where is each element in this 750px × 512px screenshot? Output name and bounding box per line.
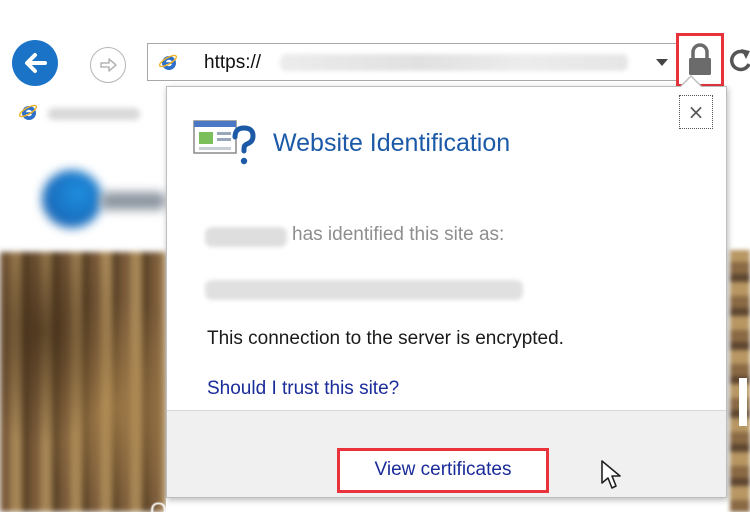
page-scroll-mark: [739, 378, 747, 426]
popup-pointer: [680, 77, 702, 88]
identified-host-blurred: [205, 280, 523, 300]
tab-title-blurred: [48, 108, 140, 120]
back-arrow-icon: [25, 53, 47, 73]
forward-button[interactable]: [90, 47, 126, 83]
address-bar[interactable]: https://: [147, 43, 683, 81]
url-text: https://: [204, 52, 262, 73]
website-identification-popup: × Website Identification has identified …: [166, 75, 727, 498]
encryption-message: This connection to the server is encrypt…: [207, 328, 564, 349]
back-button[interactable]: [12, 40, 58, 86]
refresh-icon[interactable]: [725, 42, 750, 78]
view-certificates-highlight: View certificates: [337, 448, 549, 493]
url-blurred: [280, 54, 628, 71]
website-identification-icon: [193, 120, 256, 165]
popup-footer: View certificates: [167, 410, 726, 497]
forward-arrow-icon: [100, 58, 117, 72]
mouse-cursor-icon: [601, 460, 621, 489]
page-content: [0, 132, 166, 512]
hero-caption: Quando da tutto il mondo arrivano: [150, 498, 516, 512]
ie-site-icon: [158, 54, 178, 70]
certificate-issuer-blurred: [205, 227, 287, 247]
close-button[interactable]: ×: [679, 95, 713, 129]
address-dropdown-icon[interactable]: [656, 59, 668, 66]
popup-title: Website Identification: [273, 129, 511, 157]
tab-favicon-row[interactable]: [0, 96, 166, 132]
browser-toolbar: https://: [0, 0, 750, 96]
hero-photo: [0, 252, 166, 512]
site-logo-blurred: [42, 170, 102, 228]
site-logo-text-blurred: [100, 192, 166, 210]
identified-label: has identified this site as:: [292, 224, 505, 245]
tab-ie-icon: [18, 104, 38, 120]
view-certificates-link[interactable]: View certificates: [340, 459, 546, 481]
trust-site-link[interactable]: Should I trust this site?: [207, 378, 399, 400]
